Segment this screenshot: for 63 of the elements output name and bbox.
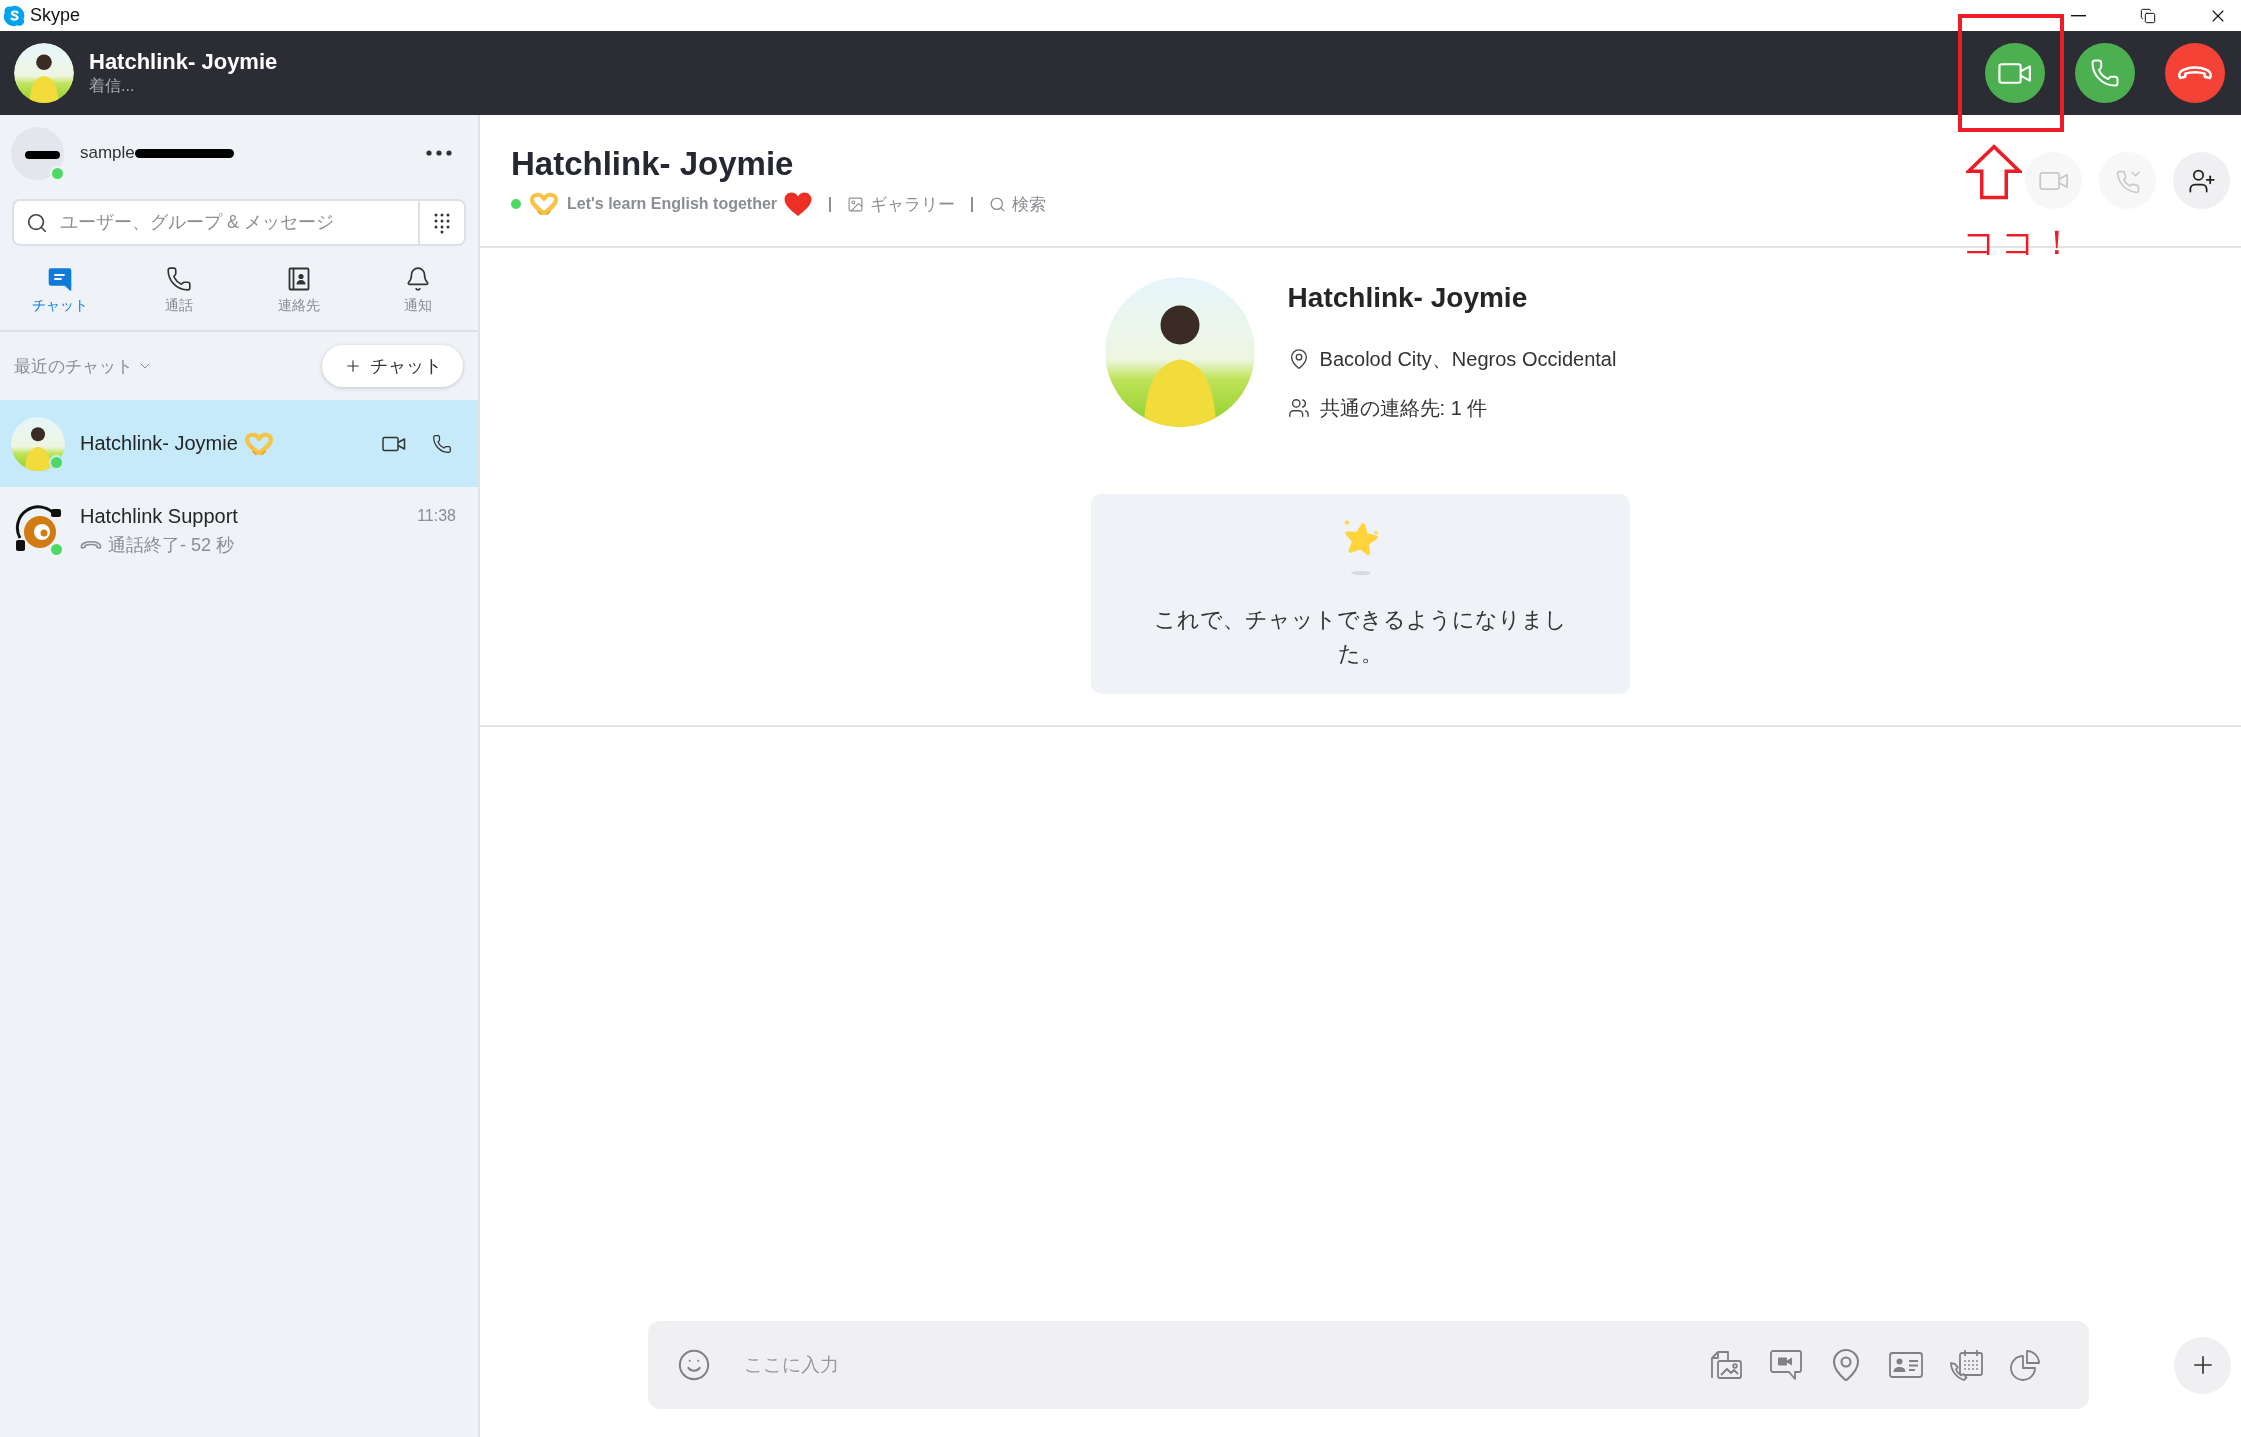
profile-location: Bacolod City、Negros Occidental — [1319, 346, 1617, 372]
nav-tab[interactable]: チャット — [0, 258, 120, 320]
annotation-arrow — [1966, 144, 2022, 200]
header-link[interactable]: 検索 — [989, 192, 1047, 216]
nav-tab[interactable]: 連絡先 — [239, 258, 359, 320]
chat-bubble-icon — [46, 266, 73, 292]
header-link[interactable]: ギャラリー — [847, 192, 956, 216]
video-message-button[interactable] — [1768, 1347, 1804, 1383]
phone-icon — [166, 266, 193, 292]
chat-list-item[interactable]: Hatchlink- Joymie — [0, 400, 478, 487]
call-status: 着信... — [89, 76, 136, 96]
restore-icon — [2140, 7, 2156, 24]
mutual-contacts: 共通の連絡先: 1 件 — [1319, 395, 1488, 421]
smiley-icon — [677, 1348, 711, 1382]
heart-icon — [783, 191, 814, 217]
picture-icon — [847, 195, 865, 213]
message-composer[interactable]: ここに入力 — [648, 1321, 2089, 1409]
phone-icon — [2090, 58, 2120, 88]
redaction-bar — [25, 150, 60, 159]
contact-name: Hatchlink Support — [80, 504, 238, 528]
message-preview: 通話終了- 52 秒 — [108, 533, 235, 557]
search-icon — [26, 211, 48, 234]
minimize-icon — [2070, 14, 2086, 17]
video-camera-icon — [382, 435, 406, 452]
message-input[interactable]: ここに入力 — [742, 1345, 1708, 1385]
hang-up-icon — [80, 539, 102, 550]
chat-list-item[interactable]: Hatchlink Support 11:38 通話終了- 52 秒 — [0, 487, 478, 574]
mood-message: Let's learn English together — [567, 195, 778, 213]
chat-title: Hatchlink- Joymie — [511, 144, 795, 184]
contact-name: Hatchlink- Joymie — [80, 432, 238, 455]
video-message-icon — [1768, 1347, 1804, 1383]
dialpad-button[interactable] — [418, 199, 466, 246]
decline-call-button[interactable] — [2165, 43, 2225, 103]
video-camera-icon — [2038, 170, 2069, 191]
recent-chats-dropdown[interactable]: 最近のチャット — [14, 354, 153, 378]
phone-icon — [432, 433, 452, 454]
account-name: sample — [80, 143, 135, 163]
answer-audio-button[interactable] — [2075, 43, 2135, 103]
window-title: Skype — [30, 5, 81, 26]
video-camera-icon — [1998, 61, 2032, 85]
nav-tab[interactable]: 通知 — [358, 258, 478, 320]
caller-name: Hatchlink- Joymie — [89, 49, 278, 75]
avatar-silhouette — [14, 43, 74, 103]
search-input[interactable]: ユーザー、グループ & メッセージ — [58, 211, 418, 234]
more-icon — [426, 150, 452, 156]
message-time: 11:38 — [417, 507, 456, 525]
avatar-silhouette — [11, 416, 65, 471]
search-icon — [989, 195, 1007, 213]
new-chat-button[interactable]: チャット — [322, 345, 463, 387]
welcome-message: これで、チャットできるようになりました。 — [1153, 606, 1568, 668]
emoji-button[interactable] — [676, 1347, 712, 1383]
annotation-text: ココ！ — [1962, 222, 2078, 262]
dialpad-icon — [433, 211, 451, 234]
app-logo-icon — [3, 4, 25, 27]
schedule-call-button[interactable] — [1948, 1347, 1984, 1383]
heart-outline-icon — [529, 192, 559, 216]
people-icon — [1287, 397, 1310, 419]
profile-name: Hatchlink- Joymie — [1287, 281, 1529, 315]
calendar-phone-icon — [1948, 1347, 1984, 1383]
hang-up-icon — [2177, 65, 2213, 81]
search-field[interactable]: ユーザー、グループ & メッセージ — [12, 199, 418, 246]
answer-video-button[interactable] — [1985, 43, 2045, 103]
nav-tab[interactable]: 通話 — [119, 258, 239, 320]
